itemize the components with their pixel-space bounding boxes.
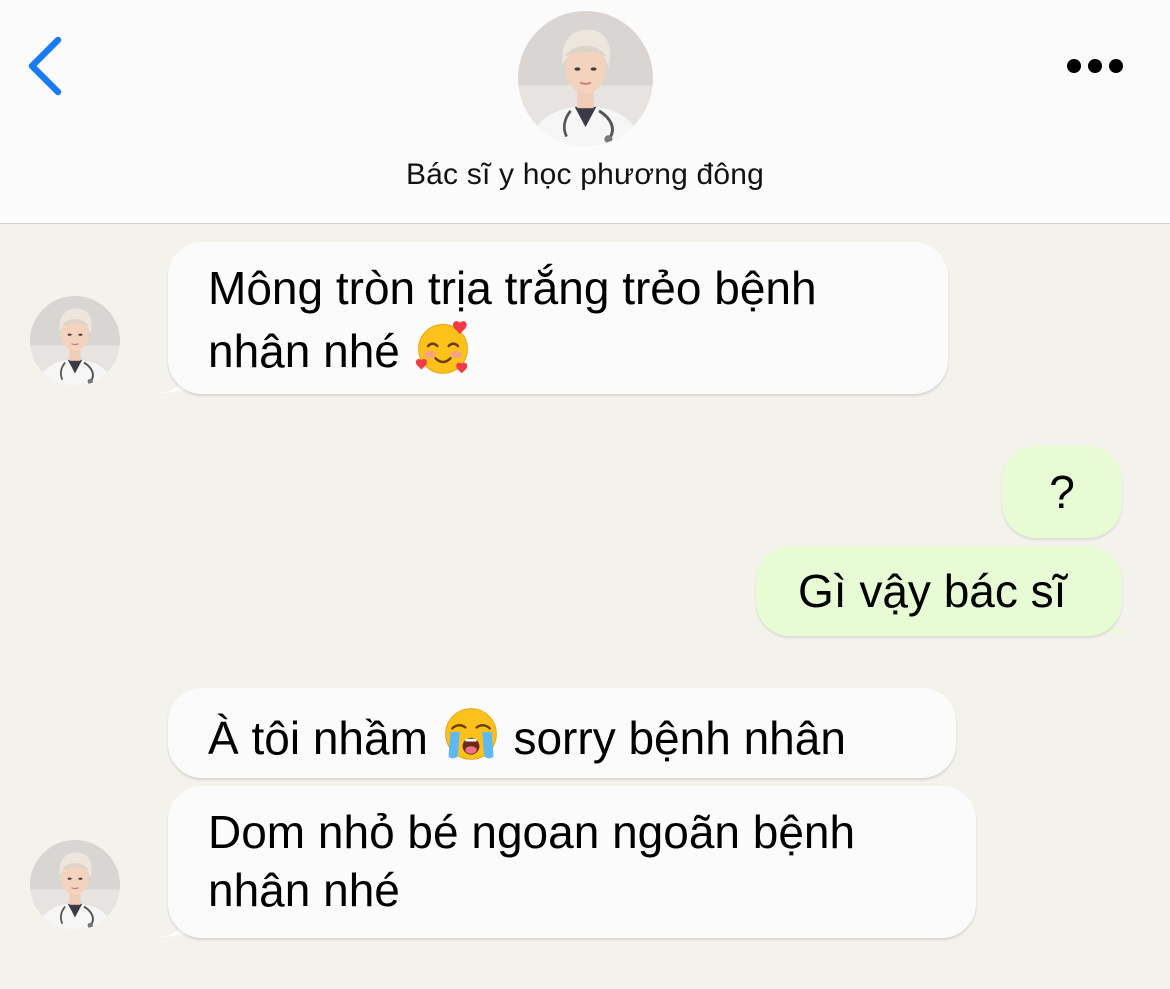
doctor-avatar-image xyxy=(30,840,120,930)
message-text: sorry bệnh nhân xyxy=(513,712,846,764)
ellipsis-icon xyxy=(1067,59,1123,73)
message-text: nhân nhé xyxy=(208,325,400,377)
message-text-line: Mông tròn trịa trắng trẻo bệnh xyxy=(208,262,817,314)
doctor-avatar-image xyxy=(30,296,120,386)
back-button[interactable] xyxy=(18,30,78,102)
message-bubble[interactable]: Dom nhỏ bé ngoan ngoãn bệnh nhân nhé xyxy=(168,786,976,938)
message-text-line: nhân nhé xyxy=(208,864,400,916)
message-text-line: Dom nhỏ bé ngoan ngoãn bệnh xyxy=(208,806,856,858)
message-bubble[interactable]: À tôi nhầm sorry bệnh nhân xyxy=(168,688,956,778)
message-bubble[interactable]: ? xyxy=(1002,446,1122,538)
message-text: Gì vậy bác sĩ xyxy=(798,565,1067,617)
sender-avatar[interactable] xyxy=(30,840,120,930)
message-text: À tôi nhầm xyxy=(208,712,428,764)
message-text: ? xyxy=(1049,466,1075,518)
loudly-crying-face-icon xyxy=(441,704,501,764)
contact-avatar[interactable] xyxy=(518,11,653,146)
message-text-line: nhân nhé xyxy=(208,317,948,380)
contact-name[interactable]: Bác sĩ y học phương đông xyxy=(0,158,1170,192)
message-bubble[interactable]: Mông tròn trịa trắng trẻo bệnh nhân nhé xyxy=(168,242,948,394)
doctor-avatar-image xyxy=(518,11,653,146)
chat-screen: Bác sĩ y học phương đông Mông tròn trịa … xyxy=(0,0,1170,989)
sender-avatar[interactable] xyxy=(30,296,120,386)
chat-header: Bác sĩ y học phương đông xyxy=(0,0,1170,224)
chevron-left-icon xyxy=(28,36,62,96)
message-bubble[interactable]: Gì vậy bác sĩ xyxy=(756,546,1122,636)
smiling-face-with-hearts-icon xyxy=(413,317,473,377)
more-options-button[interactable] xyxy=(1058,44,1138,88)
